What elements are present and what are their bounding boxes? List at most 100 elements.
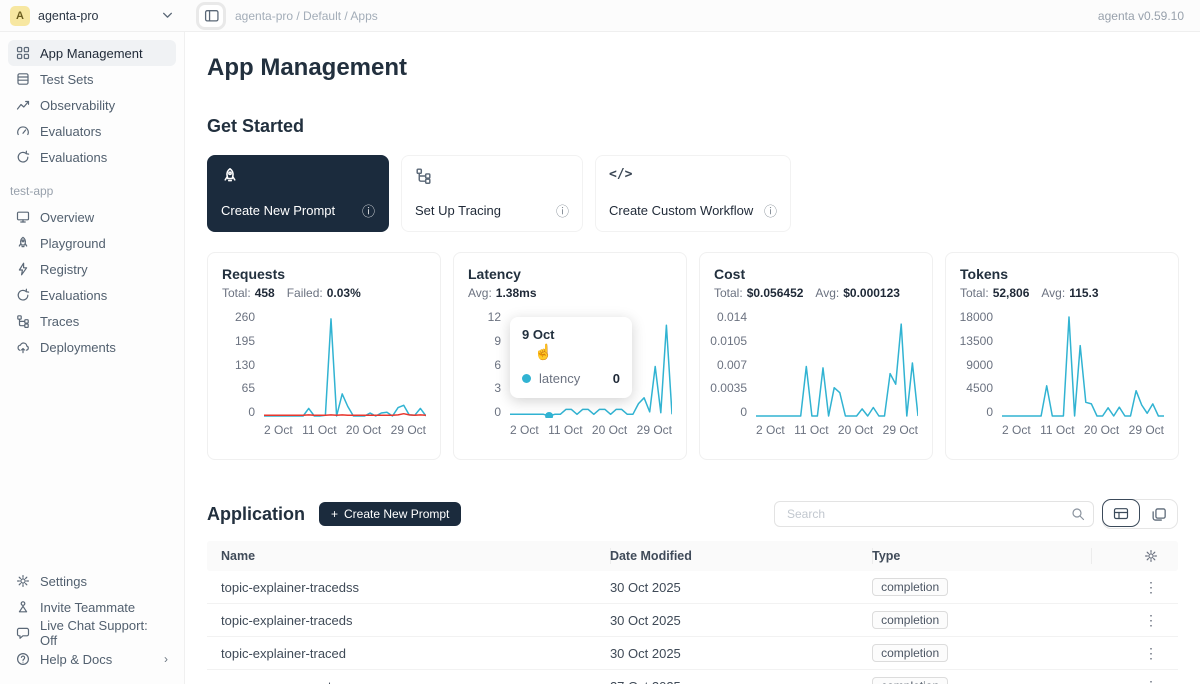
app-name[interactable]: topic-explainer-traced	[207, 646, 610, 661]
sidebar-item-label: Invite Teammate	[40, 600, 135, 615]
table-view-button[interactable]	[1102, 499, 1140, 527]
cards-view-icon	[1151, 507, 1166, 522]
sidebar-item-observability[interactable]: Observability	[8, 92, 176, 118]
sidebar-item-overview[interactable]: Overview	[8, 204, 176, 230]
x-tick-label: 20 Oct	[838, 423, 873, 437]
sidebar-section-label: test-app	[10, 184, 174, 198]
sidebar-item-settings[interactable]: Settings	[8, 568, 176, 594]
type-tag: completion	[872, 611, 948, 629]
gear-icon[interactable]	[1144, 549, 1158, 563]
row-menu-button[interactable]: ⋮	[1144, 678, 1158, 684]
chart-title: Tokens	[960, 266, 1164, 282]
column-header-type[interactable]: Type	[872, 548, 1090, 564]
chart-stat: Total:52,806	[960, 286, 1029, 300]
info-icon[interactable]: ⓘ	[362, 201, 375, 220]
set-up-tracing-card[interactable]: Set Up Tracing ⓘ	[401, 155, 583, 232]
x-tick-label: 11 Oct	[1040, 423, 1074, 437]
sidebar-item-app-management[interactable]: App Management	[8, 40, 176, 66]
column-header-name[interactable]: Name	[207, 549, 610, 563]
x-axis-ticks: 2 Oct11 Oct20 Oct29 Oct	[264, 423, 426, 437]
collapse-sidebar-button[interactable]	[199, 5, 223, 27]
sidebar-item-registry[interactable]: Registry	[8, 256, 176, 282]
chart-stat: Failed:0.03%	[287, 286, 361, 300]
y-tick-label: 18000	[960, 312, 993, 323]
create-new-prompt-card[interactable]: Create New Prompt ⓘ	[207, 155, 389, 232]
create-new-prompt-button[interactable]: + Create New Prompt	[319, 502, 461, 526]
sidebar-item-evaluations-app[interactable]: Evaluations	[8, 282, 176, 308]
cost-chart-card: Cost Total:$0.056452Avg:$0.000123 0.0140…	[699, 252, 933, 460]
row-menu-button[interactable]: ⋮	[1144, 612, 1158, 629]
y-tick-label: 0.007	[717, 360, 747, 371]
x-tick-label: 29 Oct	[391, 423, 426, 437]
sidebar-item-invite-teammate[interactable]: Invite Teammate	[8, 594, 176, 620]
x-tick-label: 29 Oct	[1129, 423, 1164, 437]
x-tick-label: 29 Oct	[637, 423, 672, 437]
invite-person-icon	[16, 600, 30, 614]
row-menu-button[interactable]: ⋮	[1144, 645, 1158, 662]
chart-stat: Avg:1.38ms	[468, 286, 537, 300]
get-started-title: Get Started	[207, 116, 1178, 137]
table-row[interactable]: topic-explainer-tracedss 30 Oct 2025 com…	[207, 571, 1178, 604]
app-date-modified: 27 Oct 2025	[610, 679, 872, 684]
plus-icon: +	[331, 507, 338, 521]
gauge-icon	[16, 124, 30, 138]
chart-body: 1800013500900045000	[960, 312, 1164, 418]
table-row[interactable]: topic-explainer-traceds 30 Oct 2025 comp…	[207, 604, 1178, 637]
sidebar-item-label: Playground	[40, 236, 106, 251]
sidebar-item-deployments[interactable]: Deployments	[8, 334, 176, 360]
tooltip-series-name: latency	[539, 371, 580, 386]
y-tick-label: 0.014	[717, 312, 747, 323]
series-dot-icon	[522, 374, 531, 383]
x-tick-label: 11 Oct	[302, 423, 336, 437]
sidebar-item-live-chat-support[interactable]: Live Chat Support: Off	[8, 620, 176, 646]
search-box[interactable]	[774, 501, 1094, 527]
app-date-modified: 30 Oct 2025	[610, 613, 872, 628]
x-tick-label: 2 Oct	[1002, 423, 1031, 437]
y-tick-label: 130	[235, 360, 255, 371]
tokens-line-chart[interactable]	[1002, 312, 1164, 418]
x-axis-ticks: 2 Oct11 Oct20 Oct29 Oct	[1002, 423, 1164, 437]
table-tools	[774, 499, 1178, 529]
sidebar-item-traces[interactable]: Traces	[8, 308, 176, 334]
view-toggle	[1102, 499, 1178, 529]
card-view-button[interactable]	[1139, 500, 1177, 528]
sidebar-item-test-sets[interactable]: Test Sets	[8, 66, 176, 92]
card-label: Create New Prompt	[221, 203, 335, 218]
y-tick-label: 0	[248, 407, 255, 418]
breadcrumb[interactable]: agenta-pro / Default / Apps	[235, 9, 378, 23]
sidebar-item-evaluations[interactable]: Evaluations	[8, 144, 176, 170]
sidebar-item-label: Overview	[40, 210, 94, 225]
y-tick-label: 6	[494, 360, 501, 371]
cost-line-chart[interactable]	[756, 312, 918, 418]
sidebar-item-evaluators[interactable]: Evaluators	[8, 118, 176, 144]
table-row[interactable]: career-assessment 27 Oct 2025 completion…	[207, 670, 1178, 684]
info-icon[interactable]: ⓘ	[764, 201, 777, 220]
search-input[interactable]	[785, 506, 1071, 522]
sidebar-item-label: Live Chat Support: Off	[40, 618, 168, 648]
refresh-circle-icon	[16, 288, 30, 302]
app-name[interactable]: topic-explainer-traceds	[207, 613, 610, 628]
chart-stat: Avg:$0.000123	[815, 286, 900, 300]
app-name[interactable]: career-assessment	[207, 679, 610, 684]
y-axis-ticks: 1800013500900045000	[960, 312, 1002, 418]
requests-line-chart[interactable]	[264, 312, 426, 418]
app-version: agenta v0.59.10	[1098, 9, 1200, 23]
table-row[interactable]: topic-explainer-traced 30 Oct 2025 compl…	[207, 637, 1178, 670]
column-header-date-modified[interactable]: Date Modified	[610, 548, 872, 564]
sidebar-item-label: Settings	[40, 574, 87, 589]
x-tick-label: 29 Oct	[883, 423, 918, 437]
chart-stats: Total:458 Failed:0.03%	[222, 286, 426, 300]
row-menu-button[interactable]: ⋮	[1144, 579, 1158, 596]
create-custom-workflow-card[interactable]: </> Create Custom Workflow ⓘ	[595, 155, 791, 232]
y-tick-label: 195	[235, 336, 255, 347]
info-icon[interactable]: ⓘ	[556, 201, 569, 220]
sidebar-item-help-docs[interactable]: Help & Docs ›	[8, 646, 176, 672]
chart-stat: Total:458	[222, 286, 275, 300]
app-type: completion	[872, 578, 1090, 596]
sidebar-item-playground[interactable]: Playground	[8, 230, 176, 256]
app-name[interactable]: topic-explainer-tracedss	[207, 580, 610, 595]
card-label: Set Up Tracing	[415, 203, 501, 218]
chart-stat: Total:$0.056452	[714, 286, 803, 300]
y-tick-label: 0	[740, 407, 747, 418]
workspace-selector[interactable]: A agenta-pro	[0, 6, 185, 26]
